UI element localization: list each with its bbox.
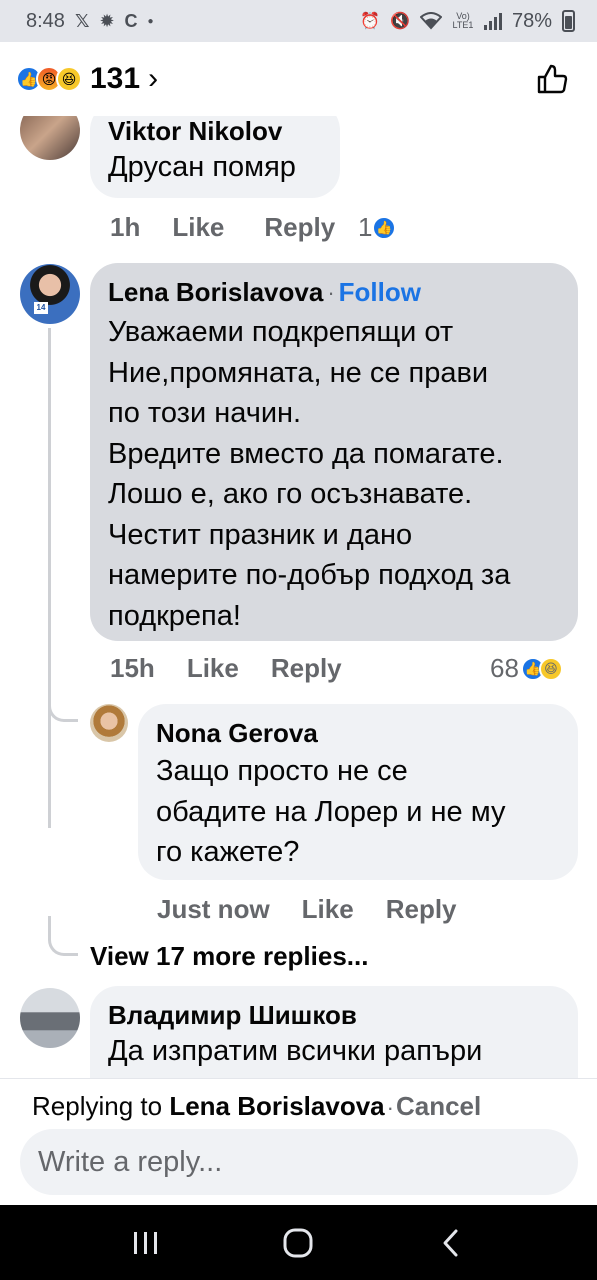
thumbs-up-icon[interactable] [535,62,569,96]
alarm-icon: ⏰ [360,13,381,30]
x-icon: 𝕏 [74,10,90,31]
text-line: по този начин. [108,397,302,429]
comment-text: Да изпратим всички рапъри [108,1035,483,1067]
separator-dot: · [327,279,335,305]
gear-icon: ✹ [99,10,115,31]
thread-connector [48,682,78,722]
c-icon: C [124,10,138,31]
home-icon [283,1228,313,1257]
comment-header: Lena Borislavova · Follow [108,277,558,308]
status-bar: 8:48 𝕏 ✹ C ● ⏰ 🔇 Vo) LTE1 78% [0,0,597,42]
like-button[interactable]: Like [302,894,354,925]
signal-icon [483,12,502,30]
battery-icon [562,10,575,32]
home-button[interactable] [268,1213,328,1273]
system-nav-bar [0,1205,597,1280]
comment-time[interactable]: 1h [110,212,140,243]
like-button[interactable]: Like [172,212,224,243]
replying-to-bar: Replying to Lena Borislavova·Cancel [32,1091,481,1122]
text-line: Ние,промяната, не се прави [108,356,489,389]
comment-author[interactable]: Viktor Nikolov [108,116,320,147]
haha-icon: 😆 [538,656,563,681]
comment-text: Уважаеми подкрепящи от Ние,промяната, не… [108,312,558,636]
comment-actions: 15h Like Reply [110,653,342,684]
comment-actions: Just now Like Reply [157,894,457,925]
avatar[interactable]: 14 [20,264,80,324]
like-button[interactable]: Like [187,653,239,684]
comments-list: Viktor Nikolov Друсан помяр 1h Like Repl… [0,116,597,1078]
text-line: Лошо е, ако го осъзнавате. [108,478,473,510]
comment-bubble: Владимир Шишков Да изпратим всички рапър… [90,986,578,1078]
volte-icon: Vo) LTE1 [452,11,474,30]
reactions-header: 👍 😡 😆 131 › [0,42,597,116]
replying-to-name: Lena Borislavova [169,1091,385,1121]
mute-icon: 🔇 [390,13,410,30]
reply-button[interactable]: Reply [264,212,335,243]
comment-text: Защо просто не се обадите на Лорер и не … [156,751,558,873]
comment-reaction-count[interactable]: 1 👍 [358,212,397,243]
battery-percent: 78% [511,9,552,32]
separator-dot: · [386,1095,394,1120]
reaction-number: 68 [490,653,519,683]
text-line: Вредите вместо да помагате. [108,437,504,470]
avatar[interactable] [90,704,128,742]
like-icon: 👍 [372,215,397,240]
comment-actions: 1h Like Reply [110,212,335,243]
follow-button[interactable]: Follow [339,277,421,308]
reaction-number: 1 [358,212,373,242]
avatar[interactable] [20,116,80,160]
text-line: го кажете? [156,836,300,868]
comment-text: Друсан помяр [108,151,296,183]
text-line: намерите по-добър подход за [108,559,511,591]
text-line: обадите на Лорер и не му [156,795,506,828]
comment-time[interactable]: 15h [110,653,155,684]
cancel-button[interactable]: Cancel [396,1091,481,1121]
reply-composer: Replying to Lena Borislavova·Cancel [0,1078,597,1205]
comment-time[interactable]: Just now [157,894,270,925]
status-right: ⏰ 🔇 Vo) LTE1 78% [360,10,575,33]
comment-bubble: Nona Gerova Защо просто не се обадите на… [138,704,578,880]
thread-line [48,328,51,828]
comment-reaction-count[interactable]: 68 👍 😆 [490,653,563,684]
replying-to-label: Replying to [32,1091,163,1121]
chevron-right-icon: › [148,62,159,95]
avatar[interactable] [20,988,80,1048]
view-more-replies[interactable]: View 17 more replies... [90,941,368,972]
avatar-badge: 14 [34,302,48,314]
text-line: Защо просто не се [156,755,408,787]
recents-icon [134,1231,158,1254]
status-left: 8:48 𝕏 ✹ C ● [26,10,154,33]
haha-icon: 😆 [56,66,82,92]
reply-button[interactable]: Reply [386,894,457,925]
back-icon [443,1229,458,1256]
recents-button[interactable] [116,1213,176,1273]
thread-connector [48,916,78,956]
reaction-count: 131 [90,62,141,95]
reactions-summary[interactable]: 👍 😡 😆 131 › [16,62,158,96]
reply-button[interactable]: Reply [271,653,342,684]
text-line: Честит празник и дано [108,518,413,551]
comment-author[interactable]: Lena Borislavova [108,277,323,308]
comment-bubble: Viktor Nikolov Друсан помяр [90,116,340,198]
back-button[interactable] [421,1213,481,1273]
comment-author[interactable]: Владимир Шишков [108,1000,558,1031]
wifi-icon [419,12,442,30]
comment-author[interactable]: Nona Gerova [156,718,558,749]
comment-bubble: Lena Borislavova · Follow Уважаеми подкр… [90,263,578,641]
text-line: Уважаеми подкрепящи от [108,316,454,348]
clock: 8:48 [26,9,65,32]
text-line: подкрепа! [108,599,241,632]
reply-input[interactable] [20,1129,578,1195]
dot-icon: ● [147,15,154,27]
